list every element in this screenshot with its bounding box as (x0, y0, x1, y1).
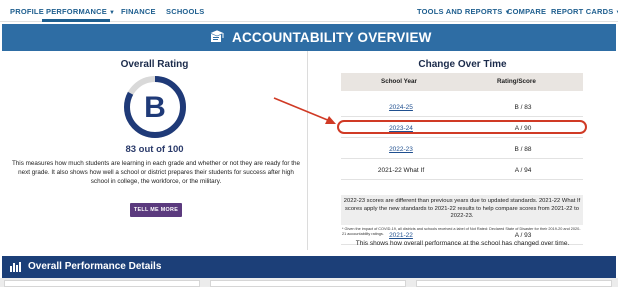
change-over-time-panel: Change Over Time School Year Rating/Scor… (309, 51, 616, 250)
mortarboard-icon (209, 29, 225, 42)
score-cell: A / 94 (514, 167, 532, 174)
highlight-oval-2023-24 (337, 120, 587, 134)
rating-description: This measures how much students are lear… (11, 160, 301, 185)
col-rating-score: Rating/Score (497, 78, 536, 85)
overall-performance-details-title: Overall Performance Details (28, 261, 162, 272)
banner-title: ACCOUNTABILITY OVERVIEW (232, 30, 432, 45)
chevron-down-icon: ▼ (108, 10, 116, 16)
active-tab-indicator (42, 19, 110, 22)
overall-performance-details-bar: Overall Performance Details (2, 256, 616, 278)
year-link-2022-23[interactable]: 2022-23 (341, 146, 461, 153)
details-card (210, 280, 406, 287)
table-row: 2021-22 What If A / 94 (341, 162, 583, 180)
year-2021-22-what-if: 2021-22 What If (377, 167, 425, 174)
details-card-strip (0, 278, 618, 287)
score-cell: B / 88 (514, 146, 532, 153)
nav-schools[interactable]: SCHOOLS (166, 7, 205, 16)
details-card (4, 280, 200, 287)
col-school-year: School Year (381, 78, 417, 85)
annotation-arrow-icon (273, 97, 336, 124)
table-header: School Year Rating/Score (341, 73, 583, 91)
table-row: 2022-23 B / 88 (341, 141, 583, 159)
covid-footnote: * Given the impact of COVID-19, all dist… (342, 227, 581, 236)
change-summary: This shows how overall performance at th… (355, 240, 570, 247)
nav-tools-and-reports[interactable]: TOOLS AND REPORTS ▼ (417, 7, 511, 16)
details-card (416, 280, 612, 287)
top-nav: PROFILE PERFORMANCE ▼ FINANCE SCHOOLS TOO… (0, 0, 618, 22)
accountability-banner: ACCOUNTABILITY OVERVIEW (2, 24, 616, 51)
overall-rating-title: Overall Rating (120, 59, 189, 70)
rating-gauge: B (124, 76, 186, 138)
rating-score-text: 83 out of 100 (125, 144, 184, 155)
nav-profile[interactable]: PROFILE (10, 7, 44, 16)
nav-performance-label: PERFORMANCE (46, 7, 107, 16)
bar-chart-icon (10, 262, 21, 272)
rating-grade-letter: B (144, 91, 166, 124)
nav-performance[interactable]: PERFORMANCE ▼ (46, 7, 115, 16)
nav-finance[interactable]: FINANCE (121, 7, 156, 16)
standards-note: 2022-23 scores are different than previo… (341, 195, 583, 225)
tell-me-more-button[interactable]: TELL ME MORE (130, 203, 182, 217)
score-cell: B / 83 (514, 104, 532, 111)
nav-compare[interactable]: COMPARE (507, 7, 546, 16)
nav-tools-label: TOOLS AND REPORTS (417, 7, 503, 16)
table-row: 2024-25 B / 83 (341, 99, 583, 117)
nav-report-cards-label: REPORT CARDS (551, 7, 614, 16)
year-link-2024-25[interactable]: 2024-25 (341, 104, 461, 111)
nav-report-cards[interactable]: REPORT CARDS▼ (551, 7, 618, 16)
overall-rating-panel: Overall Rating B 83 out of 100 This meas… (2, 51, 308, 250)
change-over-time-title: Change Over Time (418, 59, 507, 70)
